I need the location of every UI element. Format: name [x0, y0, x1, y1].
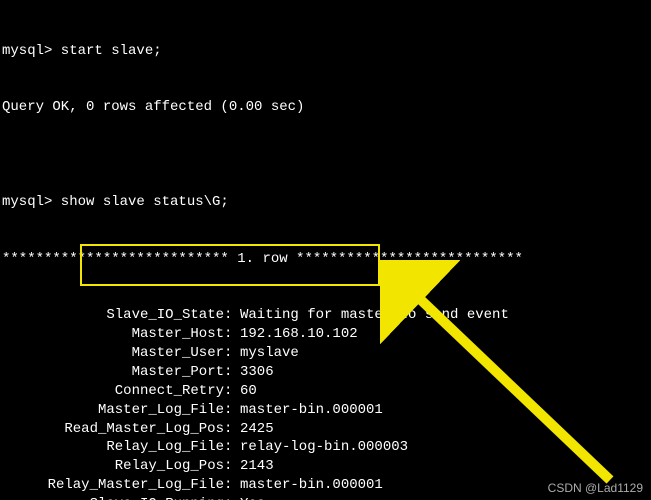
field-value: 60 [240, 382, 257, 401]
field-separator: : [224, 363, 240, 382]
status-fields: Slave_IO_State: Waiting for master to se… [2, 306, 649, 500]
field-value: myslave [240, 344, 299, 363]
field-separator: : [224, 325, 240, 344]
status-row: Master_Log_File: master-bin.000001 [2, 401, 649, 420]
field-separator: : [224, 457, 240, 476]
field-value: relay-log-bin.000003 [240, 438, 408, 457]
field-value: master-bin.000001 [240, 401, 383, 420]
row-divider: *************************** 1. row *****… [2, 250, 649, 269]
field-label: Master_Port [2, 363, 224, 382]
field-separator: : [224, 306, 240, 325]
field-value: master-bin.000001 [240, 476, 383, 495]
field-separator: : [224, 420, 240, 439]
field-label: Relay_Log_Pos [2, 457, 224, 476]
field-separator: : [224, 495, 240, 500]
field-value: 2425 [240, 420, 274, 439]
status-row: Read_Master_Log_Pos: 2425 [2, 420, 649, 439]
status-row: Connect_Retry: 60 [2, 382, 649, 401]
field-separator: : [224, 344, 240, 363]
field-separator: : [224, 476, 240, 495]
field-value: Yes [240, 495, 265, 500]
field-label: Master_Host [2, 325, 224, 344]
result-line: Query OK, 0 rows affected (0.00 sec) [2, 98, 649, 117]
field-value: Waiting for master to send event [240, 306, 509, 325]
field-label: Master_Log_File [2, 401, 224, 420]
field-label: Slave_IO_State [2, 306, 224, 325]
field-label: Connect_Retry [2, 382, 224, 401]
status-row: Master_Port: 3306 [2, 363, 649, 382]
field-separator: : [224, 382, 240, 401]
status-row: Relay_Log_File: relay-log-bin.000003 [2, 438, 649, 457]
status-row: Relay_Log_Pos: 2143 [2, 457, 649, 476]
field-separator: : [224, 438, 240, 457]
field-value: 192.168.10.102 [240, 325, 358, 344]
field-label: Master_User [2, 344, 224, 363]
field-separator: : [224, 401, 240, 420]
field-label: Relay_Log_File [2, 438, 224, 457]
prompt-line: mysql> show slave status\G; [2, 193, 649, 212]
status-row: Master_Host: 192.168.10.102 [2, 325, 649, 344]
field-value: 3306 [240, 363, 274, 382]
status-row: Master_User: myslave [2, 344, 649, 363]
terminal-output: mysql> start slave; Query OK, 0 rows aff… [0, 0, 651, 500]
status-row: Slave_IO_State: Waiting for master to se… [2, 306, 649, 325]
field-label: Read_Master_Log_Pos [2, 420, 224, 439]
prompt-line: mysql> start slave; [2, 42, 649, 61]
field-label: Slave_IO_Running [2, 495, 224, 500]
watermark-text: CSDN @Lad1129 [548, 480, 643, 496]
field-value: 2143 [240, 457, 274, 476]
field-label: Relay_Master_Log_File [2, 476, 224, 495]
